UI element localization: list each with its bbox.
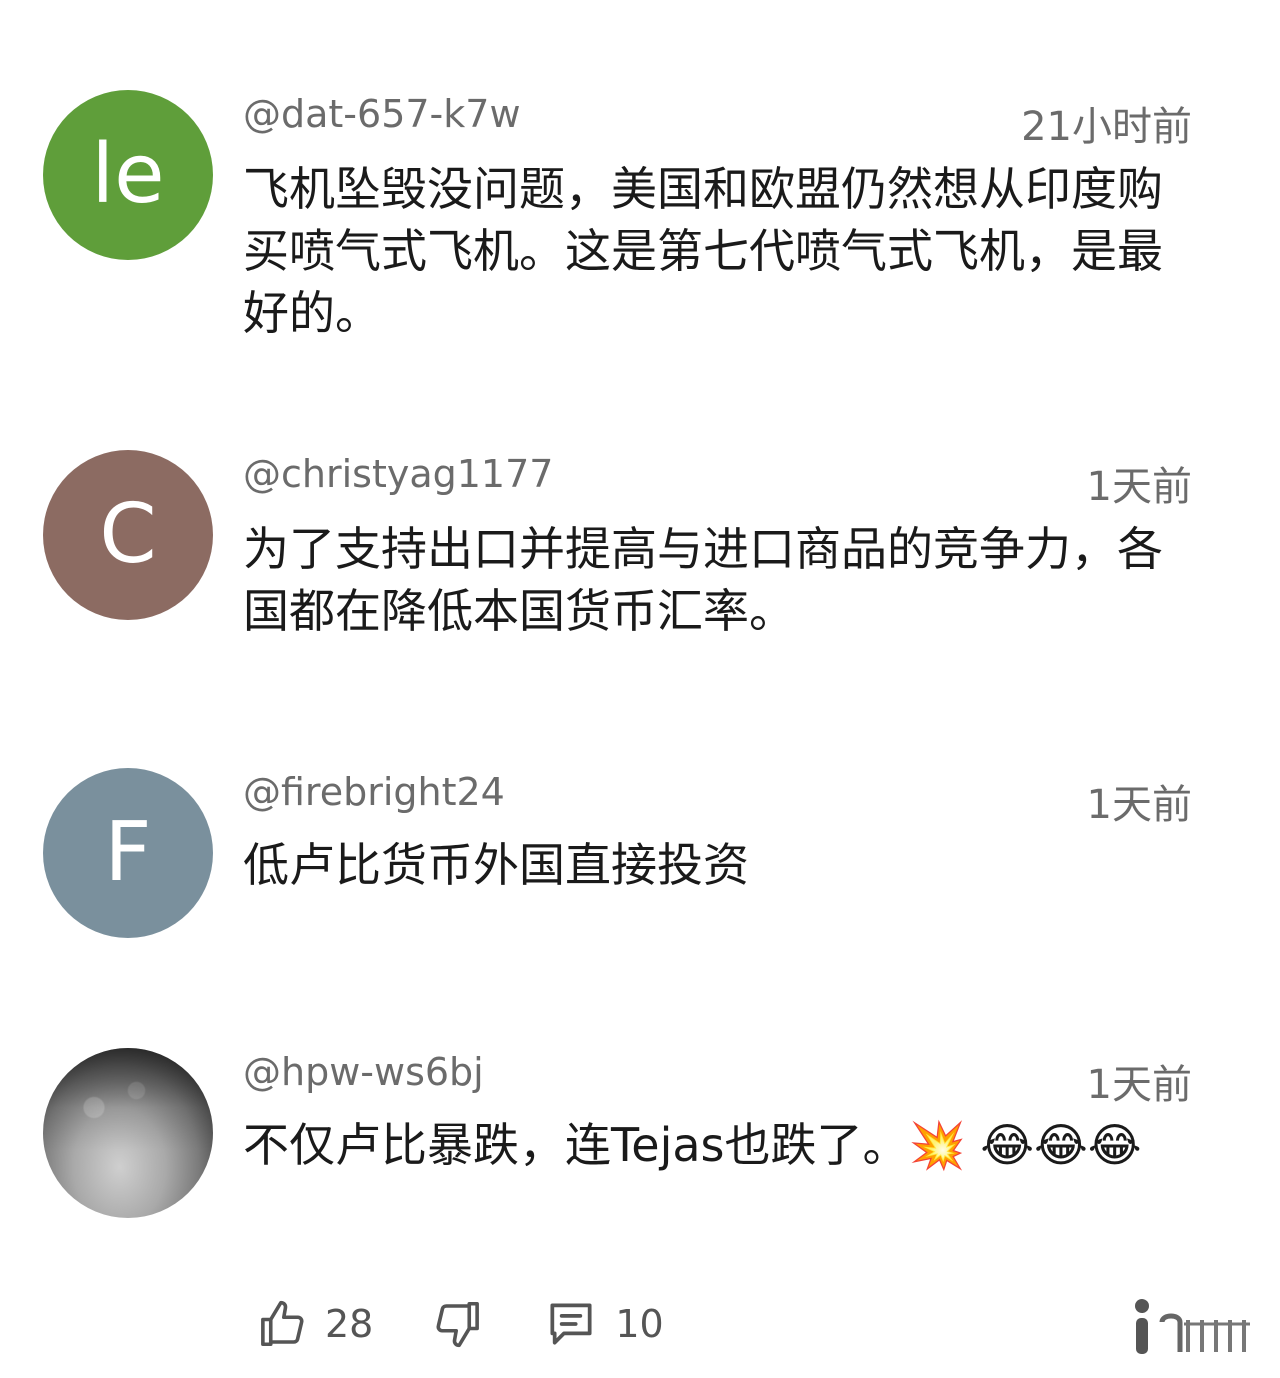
thumbs-up-icon: [261, 1300, 304, 1347]
comment-timestamp: 1天前: [1086, 464, 1192, 510]
like-count: 28: [325, 1302, 374, 1346]
comment-author-handle[interactable]: @hpw-ws6bj: [243, 1050, 484, 1094]
comment-text: 不仅卢比暴跌，连Tejas也跌了。💥 😂😂😂: [243, 1118, 1142, 1172]
avatar[interactable]: le: [43, 90, 213, 260]
comment-author-handle[interactable]: @christyag1177: [243, 452, 553, 496]
comment-icon: [550, 1303, 592, 1345]
thumbs-down-icon: [436, 1301, 480, 1348]
comment-timestamp: 1天前: [1086, 1062, 1192, 1108]
dislike-button[interactable]: [431, 1297, 485, 1351]
comment-author-handle[interactable]: @firebright24: [243, 770, 505, 814]
avatar-initials: le: [91, 127, 165, 222]
avatar-initials: F: [104, 805, 152, 900]
reply-count: 10: [615, 1302, 664, 1346]
avatar[interactable]: F: [43, 768, 213, 938]
comment-timestamp: 21小时前: [1021, 104, 1192, 150]
comment-timestamp: 1天前: [1086, 782, 1192, 828]
comment-text: 飞机坠毁没问题，美国和欧盟仍然想从印度购买喷气式飞机。这是第七代喷气式飞机，是最…: [243, 162, 1163, 340]
comment-text: 为了支持出口并提高与进口商品的竞争力，各国都在降低本国货币汇率。: [243, 522, 1163, 638]
avatar-initials: C: [99, 487, 157, 582]
like-button[interactable]: 28: [255, 1297, 373, 1351]
comment-author-handle[interactable]: @dat-657-k7w: [243, 92, 521, 136]
comment-actions: 28 10: [255, 1292, 664, 1356]
grip-icon[interactable]: [1132, 1296, 1252, 1358]
reply-button[interactable]: 10: [543, 1296, 664, 1352]
comment-text: 低卢比货币外国直接投资: [243, 838, 749, 892]
avatar[interactable]: C: [43, 450, 213, 620]
avatar[interactable]: [43, 1048, 213, 1218]
